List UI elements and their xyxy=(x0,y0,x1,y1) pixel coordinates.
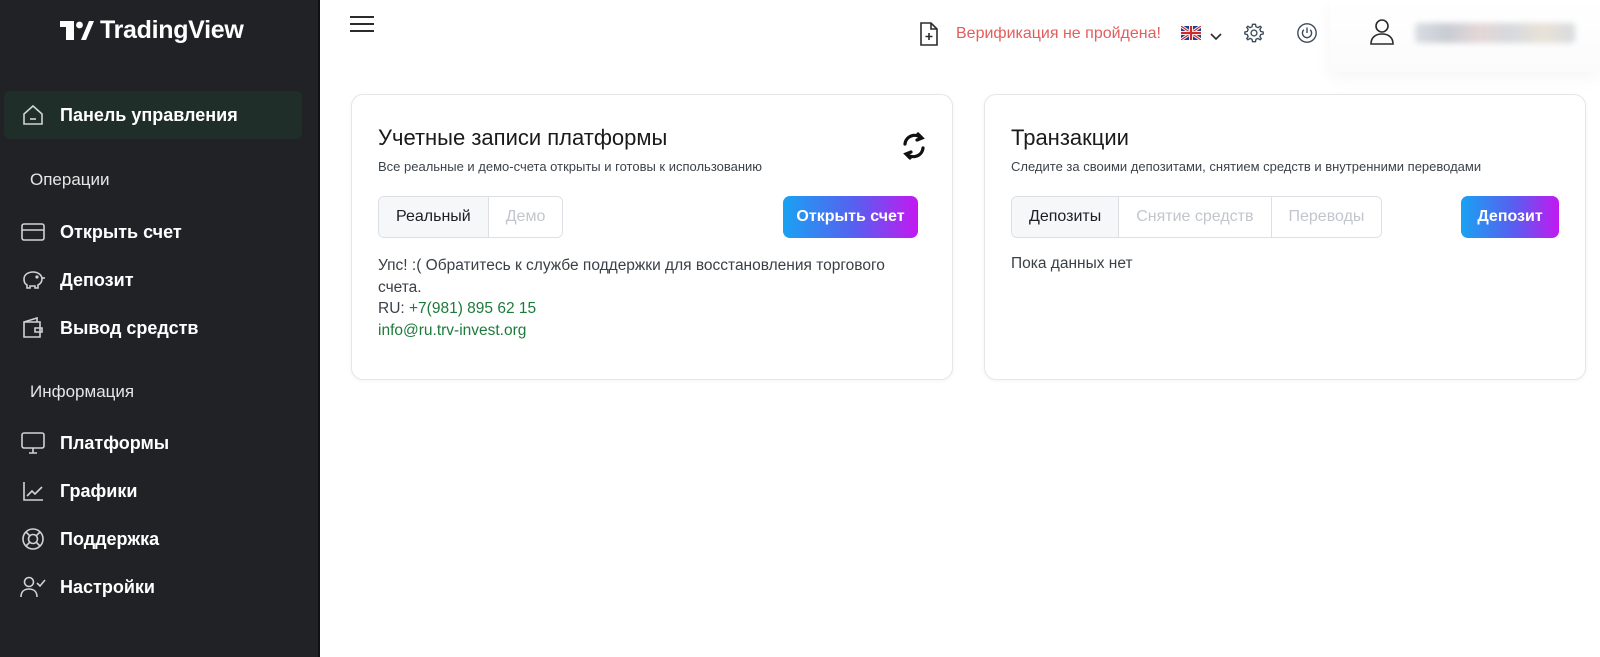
section-title-info: Информация xyxy=(30,382,135,401)
wallet-icon xyxy=(20,316,46,340)
tab-real[interactable]: Реальный xyxy=(379,197,488,237)
sidebar-item-settings[interactable]: Настройки xyxy=(4,563,302,611)
sidebar-item-label: Депозит xyxy=(60,269,134,290)
power-icon[interactable] xyxy=(1296,22,1318,49)
lifebuoy-icon xyxy=(20,527,46,551)
sidebar-item-withdraw[interactable]: Вывод средств xyxy=(4,304,302,352)
open-account-button[interactable]: Открыть счет xyxy=(783,196,918,238)
phone-link[interactable]: +7(981) 895 62 15 xyxy=(409,300,536,317)
document-add-icon[interactable] xyxy=(919,22,939,51)
brand-name: TradingView xyxy=(100,16,244,44)
home-icon xyxy=(20,103,46,127)
phone-line: RU: +7(981) 895 62 15 xyxy=(378,298,918,320)
sidebar-item-label: Панель управления xyxy=(60,104,238,125)
gear-icon[interactable] xyxy=(1243,22,1265,49)
card-subtitle: Все реальные и демо-счета открыты и гото… xyxy=(378,159,763,174)
email-link[interactable]: info@ru.trv-invest.org xyxy=(378,320,918,342)
section-title-operations: Операции xyxy=(30,170,110,189)
tab-transfers[interactable]: Переводы xyxy=(1270,197,1382,237)
empty-state-text: Пока данных нет xyxy=(1011,255,1133,272)
sidebar-item-platforms[interactable]: Платформы xyxy=(4,419,302,467)
monitor-icon xyxy=(20,431,46,455)
avatar[interactable] xyxy=(1368,17,1396,50)
platform-accounts-card: Учетные записи платформы Все реальные и … xyxy=(351,94,953,380)
sidebar-item-label: Открыть счет xyxy=(60,221,182,242)
sidebar-item-label: Вывод средств xyxy=(60,317,199,338)
account-type-tabs: Реальный Демо xyxy=(378,196,564,238)
user-check-icon xyxy=(20,575,46,599)
sidebar-item-label: Настройки xyxy=(60,576,155,597)
line-chart-icon xyxy=(20,479,46,503)
uk-flag-icon[interactable] xyxy=(1180,24,1202,42)
verification-status-link[interactable]: Верификация не пройдена! xyxy=(956,25,1161,43)
card-subtitle: Следите за своими депозитами, снятием ср… xyxy=(1011,159,1482,174)
card-title: Транзакции xyxy=(1011,125,1129,150)
tradingview-logo-icon xyxy=(60,20,94,41)
chevron-down-icon[interactable] xyxy=(1210,28,1222,46)
error-text: Упс! :( Обратитесь к службе поддержки дл… xyxy=(378,257,885,296)
phone-prefix: RU: xyxy=(378,300,409,317)
tradingview-logo[interactable]: TradingView xyxy=(60,16,244,45)
sidebar-item-deposit[interactable]: Депозит xyxy=(4,256,302,304)
tab-withdrawals[interactable]: Снятие средств xyxy=(1118,197,1271,237)
sidebar: TradingView Панель управления Операции О… xyxy=(0,0,320,657)
username-blurred xyxy=(1415,23,1575,43)
tab-demo[interactable]: Демо xyxy=(487,197,563,237)
sidebar-item-label: Графики xyxy=(60,480,138,501)
credit-card-icon xyxy=(20,220,46,244)
tab-deposits[interactable]: Депозиты xyxy=(1012,197,1119,237)
transaction-type-tabs: Депозиты Снятие средств Переводы xyxy=(1011,196,1383,238)
sidebar-item-dashboard[interactable]: Панель управления xyxy=(4,91,302,139)
piggy-bank-icon xyxy=(20,268,46,292)
deposit-button[interactable]: Депозит xyxy=(1461,196,1559,238)
sidebar-item-label: Поддержка xyxy=(60,528,160,549)
sidebar-item-label: Платформы xyxy=(60,432,170,453)
support-message: Упс! :( Обратитесь к службе поддержки дл… xyxy=(378,255,918,341)
refresh-icon[interactable] xyxy=(899,131,929,166)
menu-toggle-button[interactable] xyxy=(350,16,374,36)
transactions-card: Транзакции Следите за своими депозитами,… xyxy=(984,94,1586,380)
card-title: Учетные записи платформы xyxy=(378,125,668,150)
sidebar-item-support[interactable]: Поддержка xyxy=(4,515,302,563)
sidebar-item-charts[interactable]: Графики xyxy=(4,467,302,515)
sidebar-item-open-account[interactable]: Открыть счет xyxy=(4,208,302,256)
